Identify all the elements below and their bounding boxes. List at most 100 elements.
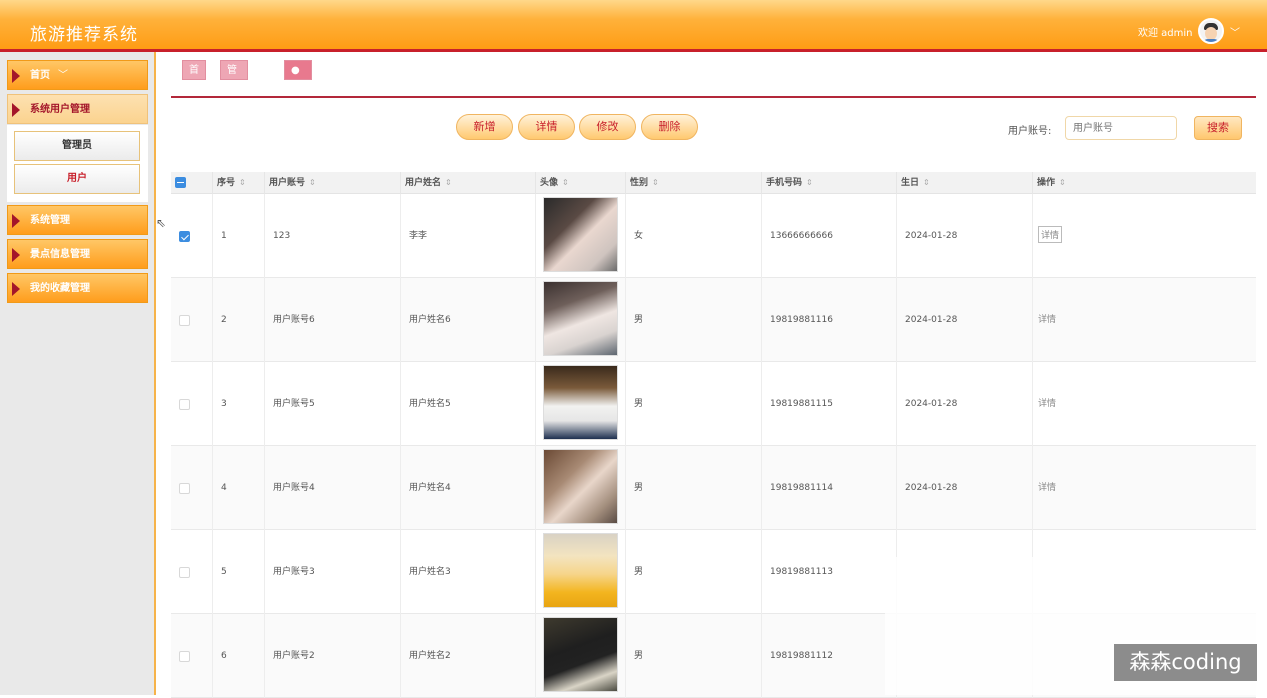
select-all-checkbox[interactable] (175, 177, 186, 188)
avatar-shirt (1202, 39, 1220, 42)
cell-index: 5 (212, 530, 264, 614)
column-header-account[interactable]: 用户账号 ⇕ (264, 172, 400, 194)
column-header-actions[interactable]: 操作 ⇕ (1032, 172, 1256, 194)
tab-admin[interactable]: 管理员 × (220, 60, 249, 136)
cell-name: 用户姓名5 (400, 362, 535, 446)
triangle-right-icon (12, 103, 20, 117)
user-avatar[interactable] (1198, 18, 1224, 44)
cell-index: 3 (212, 362, 264, 446)
submenu-item-user[interactable]: 用户 (14, 164, 140, 194)
submenu: 管理员 用户 (7, 125, 148, 202)
column-header-gender[interactable]: 性别 ⇕ (625, 172, 761, 194)
tab-user[interactable]: ●用户 × (284, 60, 313, 136)
cell-gender: 男 (625, 278, 761, 362)
column-header-name[interactable]: 用户姓名 ⇕ (400, 172, 536, 194)
detail-link[interactable]: 详情 (1038, 226, 1063, 243)
watermark: 森森coding (1114, 644, 1257, 681)
sort-icon[interactable]: ⇕ (309, 178, 316, 187)
column-header-index[interactable]: 序号 ⇕ (212, 172, 264, 194)
app-title: 旅游推荐系统 (30, 25, 138, 45)
cell-gender: 女 (625, 194, 761, 278)
sort-icon[interactable]: ⇕ (445, 178, 452, 187)
close-icon[interactable]: × (233, 125, 241, 136)
detail-link[interactable]: 详情 (1038, 480, 1056, 493)
row-checkbox[interactable] (179, 567, 190, 578)
sidebar-item-label: 景点信息管理 (30, 249, 90, 260)
search-input[interactable] (1065, 116, 1177, 140)
chevron-down-icon: ﹀ (58, 70, 68, 81)
search-label: 用户账号: (1008, 126, 1052, 137)
edit-button[interactable]: 修改 (579, 114, 636, 140)
table-row[interactable]: 2 用户账号6 用户姓名6 男 19819881116 2024-01-28 详… (171, 278, 1256, 362)
welcome-text: 欢迎 admin (1138, 28, 1193, 39)
sidebar-item-system[interactable]: 系统管理 (7, 205, 148, 235)
cell-name: 用户姓名3 (400, 530, 535, 614)
column-header-birthday[interactable]: 生日 ⇕ (896, 172, 1032, 194)
triangle-right-icon (12, 214, 20, 228)
cell-index: 4 (212, 446, 264, 530)
row-checkbox[interactable] (179, 483, 190, 494)
cell-actions (1032, 362, 1256, 446)
cell-birthday: 2024-01-28 (896, 278, 1032, 362)
avatar-photo (543, 449, 618, 524)
row-checkbox[interactable] (179, 651, 190, 662)
table-row[interactable]: 1 123 李李 女 13666666666 2024-01-28 详情 (171, 194, 1256, 278)
cell-phone: 19819881115 (761, 362, 896, 446)
sidebar-item-label: 系统管理 (30, 215, 70, 226)
tab-label: 管理员 (227, 65, 237, 116)
close-icon[interactable]: × (297, 125, 305, 136)
sidebar-item-system-users[interactable]: 系统用户管理 (7, 94, 148, 124)
cell-gender: 男 (625, 614, 761, 698)
cell-account: 用户账号3 (264, 530, 400, 614)
sort-icon[interactable]: ⇕ (239, 178, 246, 187)
sidebar-item-favorites[interactable]: 我的收藏管理 (7, 273, 148, 303)
cell-index: 2 (212, 278, 264, 362)
sort-icon[interactable]: ⇕ (923, 178, 930, 187)
cell-account: 用户账号4 (264, 446, 400, 530)
cell-name: 用户姓名6 (400, 278, 535, 362)
detail-link[interactable]: 详情 (1038, 396, 1056, 409)
triangle-right-icon (12, 282, 20, 296)
column-header-phone[interactable]: 手机号码 ⇕ (761, 172, 896, 194)
detail-button[interactable]: 详情 (518, 114, 575, 140)
add-button[interactable]: 新增 (456, 114, 513, 140)
cell-actions (1032, 278, 1256, 362)
cell-phone: 19819881113 (761, 530, 896, 614)
cell-actions (1032, 446, 1256, 530)
row-checkbox[interactable] (179, 315, 190, 326)
sidebar-item-home[interactable]: 首页 ﹀ (7, 60, 148, 90)
delete-button[interactable]: 删除 (641, 114, 698, 140)
cell-phone: 19819881116 (761, 278, 896, 362)
sort-icon[interactable]: ⇕ (652, 178, 659, 187)
cell-gender: 男 (625, 362, 761, 446)
avatar-photo (543, 365, 618, 440)
detail-link[interactable]: 详情 (1038, 312, 1056, 325)
cell-index: 6 (212, 614, 264, 698)
row-checkbox[interactable] (179, 231, 190, 242)
sidebar-item-attractions[interactable]: 景点信息管理 (7, 239, 148, 269)
cell-account: 用户账号2 (264, 614, 400, 698)
chevron-down-icon[interactable]: ﹀ (1230, 24, 1240, 39)
cell-account: 123 (264, 194, 400, 278)
avatar-photo (543, 617, 618, 692)
row-checkbox[interactable] (179, 399, 190, 410)
column-header-avatar[interactable]: 头像 ⇕ (535, 172, 625, 194)
top-header: 旅游推荐系统 欢迎 admin ﹀ (0, 0, 1267, 52)
table-row[interactable]: 3 用户账号5 用户姓名5 男 19819881115 2024-01-28 详… (171, 362, 1256, 446)
cell-name: 用户姓名4 (400, 446, 535, 530)
tab-home[interactable]: 首页 (182, 60, 206, 96)
cell-birthday: 2024-01-28 (896, 362, 1032, 446)
cell-name: 李李 (400, 194, 535, 278)
submenu-item-admin[interactable]: 管理员 (14, 131, 140, 161)
sort-icon[interactable]: ⇕ (562, 178, 569, 187)
cell-account: 用户账号6 (264, 278, 400, 362)
sidebar-item-label: 首页 (30, 70, 50, 81)
cell-account: 用户账号5 (264, 362, 400, 446)
tab-label: 首页 (189, 65, 199, 96)
table-header: 序号 ⇕ 用户账号 ⇕ 用户姓名 ⇕ 头像 ⇕ 性别 ⇕ 手机号码 ⇕ 生日 ⇕ 操作 ⇕ (171, 172, 1256, 194)
sort-icon[interactable]: ⇕ (1059, 178, 1066, 187)
search-button[interactable]: 搜索 (1194, 116, 1242, 140)
table-row[interactable]: 4 用户账号4 用户姓名4 男 19819881114 2024-01-28 详… (171, 446, 1256, 530)
cell-index: 1 (212, 194, 264, 278)
sort-icon[interactable]: ⇕ (806, 178, 813, 187)
